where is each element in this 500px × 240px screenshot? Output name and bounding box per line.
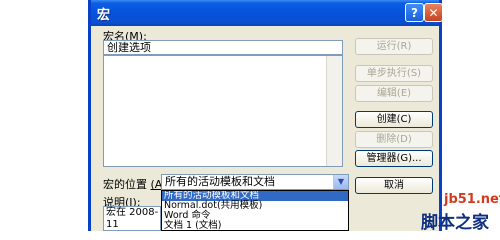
edit-button[interactable]: 编辑(E)	[355, 85, 433, 102]
run-button[interactable]: 运行(R)	[355, 38, 433, 55]
cancel-button[interactable]: 取消	[355, 177, 433, 194]
step-into-button[interactable]: 单步执行(S)	[355, 65, 433, 82]
macro-location-label: 宏的位置 (A)	[103, 176, 167, 192]
macro-list[interactable]	[103, 55, 343, 167]
macro-location-dropdown: 所有的活动模板和文档 Normal.dot(共用模板) Word 命令 文档 1…	[161, 190, 349, 231]
watermark-name: 脚本之家	[421, 213, 489, 231]
macro-list-scrollbar[interactable]	[326, 56, 342, 166]
watermark-site: jb51.net	[444, 192, 500, 207]
delete-button[interactable]: 删除(D)	[355, 131, 433, 148]
macro-location-value: 所有的活动模板和文档	[165, 175, 275, 188]
description-box: 宏在 2008-11	[103, 206, 161, 231]
chevron-down-icon[interactable]: ▼	[333, 175, 348, 189]
title-bar: 宏 ? ✕	[91, 0, 443, 26]
macro-dialog: 宏 ? ✕ 宏名(M): 创建选项 运行(R) 单步执行(S) 编辑(E) 创建…	[88, 0, 443, 231]
help-button[interactable]: ?	[405, 3, 424, 22]
macro-location-label-text: 宏的位置	[103, 178, 147, 191]
dropdown-option[interactable]: 文档 1 (文档)	[162, 221, 348, 231]
create-button[interactable]: 创建(C)	[355, 111, 433, 128]
macro-name-input[interactable]: 创建选项	[103, 40, 343, 55]
screenshot: 宏 ? ✕ 宏名(M): 创建选项 运行(R) 单步执行(S) 编辑(E) 创建…	[0, 0, 500, 231]
dialog-title: 宏	[97, 8, 111, 23]
macro-location-select[interactable]: 所有的活动模板和文档 ▼	[161, 174, 349, 190]
organizer-button[interactable]: 管理器(G)...	[355, 150, 433, 167]
close-button[interactable]: ✕	[424, 3, 443, 22]
